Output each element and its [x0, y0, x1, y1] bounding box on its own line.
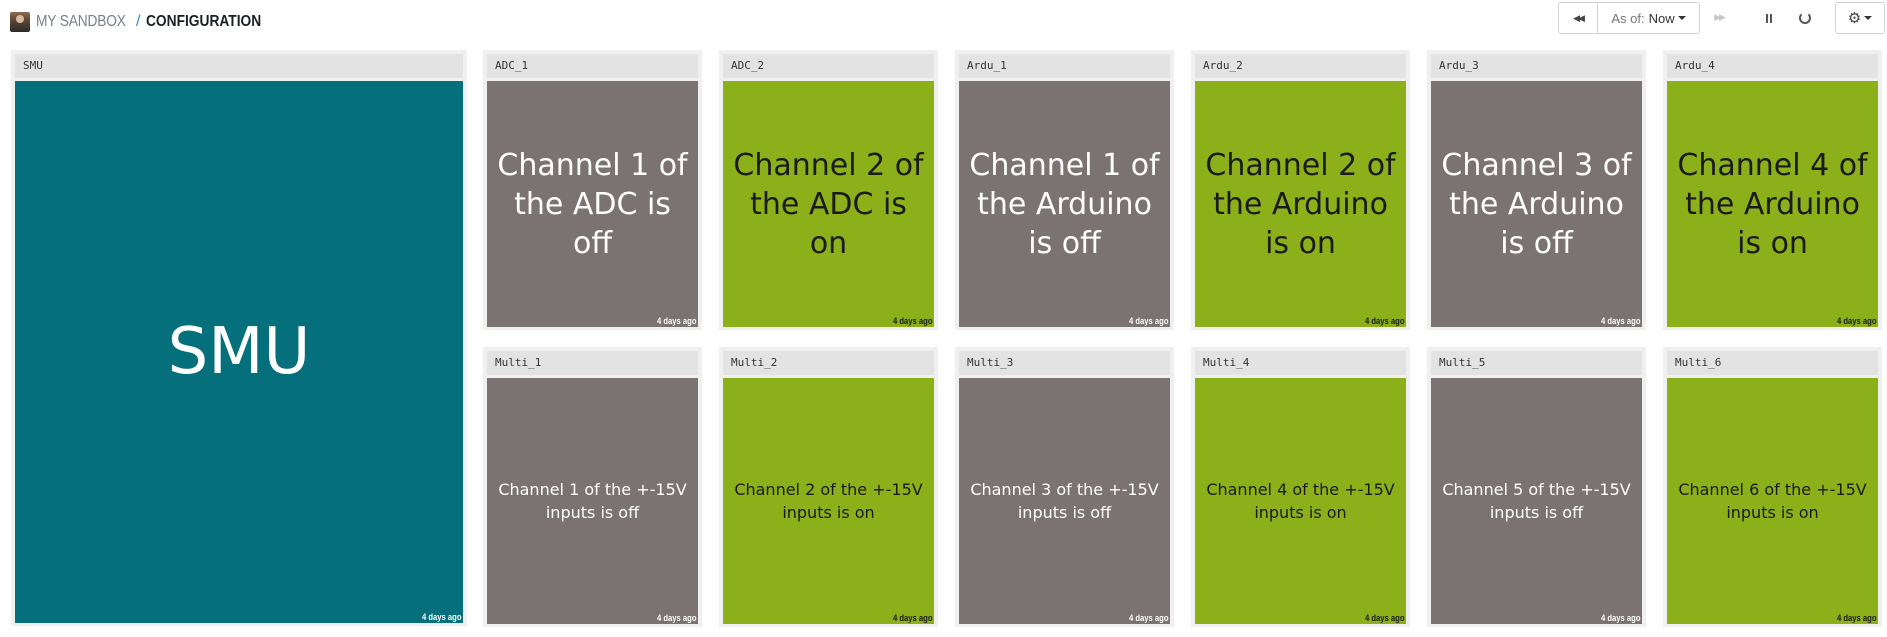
breadcrumb-parent-link[interactable]: MY SANDBOX [36, 13, 126, 31]
tile-body: Channel 3 of the Arduino is off 4 days a… [1431, 81, 1642, 327]
tile-title: Ardu_4 [1667, 54, 1878, 78]
tile-body: Channel 1 of the +-15V inputs is off 4 d… [487, 378, 698, 624]
as-of-dropdown[interactable]: As of: Now [1597, 2, 1700, 34]
tile-body: Channel 1 of the ADC is off 4 days ago [487, 81, 698, 327]
tile-timestamp: 4 days ago [1129, 613, 1169, 623]
tile-multi-1[interactable]: Multi_1 Channel 1 of the +-15V inputs is… [483, 347, 702, 627]
page-title: CONFIGURATION [146, 13, 262, 30]
tile-multi-2[interactable]: Multi_2 Channel 2 of the +-15V inputs is… [719, 347, 938, 627]
tile-text: Channel 4 of the Arduino is on [1677, 147, 1868, 261]
fast-forward-icon: ▶▶ [1714, 13, 1726, 23]
tile-body: Channel 5 of the +-15V inputs is off 4 d… [1431, 378, 1642, 624]
tile-title: SMU [15, 54, 463, 78]
gear-icon: ⚙ [1847, 10, 1862, 27]
tile-title: ADC_2 [723, 54, 934, 78]
chevron-down-icon [1864, 16, 1873, 20]
refresh-button[interactable] [1796, 10, 1814, 26]
tile-adc-2[interactable]: ADC_2 Channel 2 of the ADC is on 4 days … [719, 50, 938, 330]
tile-text: Channel 5 of the +-15V inputs is off [1442, 480, 1631, 522]
tile-text: Channel 1 of the ADC is off [497, 147, 688, 261]
pause-button[interactable] [1760, 10, 1778, 26]
tile-timestamp: 4 days ago [1365, 316, 1405, 326]
tile-ardu-2[interactable]: Ardu_2 Channel 2 of the Arduino is on 4 … [1191, 50, 1410, 330]
tile-title: Multi_3 [959, 351, 1170, 375]
tile-timestamp: 4 days ago [1837, 316, 1877, 326]
top-bar: MY SANDBOX / CONFIGURATION ◀◀ As of: Now… [0, 0, 1887, 46]
tile-timestamp: 4 days ago [893, 316, 933, 326]
tile-text: Channel 3 of the +-15V inputs is off [970, 480, 1159, 522]
tile-text: Channel 2 of the ADC is on [733, 147, 924, 261]
tile-body: Channel 4 of the +-15V inputs is on 4 da… [1195, 378, 1406, 624]
tile-timestamp: 4 days ago [657, 316, 697, 326]
as-of-label: As of: [1611, 10, 1645, 26]
tile-title: Multi_4 [1195, 351, 1406, 375]
tile-text: Channel 2 of the +-15V inputs is on [734, 480, 923, 522]
tile-timestamp: 4 days ago [1365, 613, 1405, 623]
as-of-value: Now [1648, 10, 1675, 26]
tile-text: Channel 1 of the Arduino is off [969, 147, 1160, 261]
tile-text: Channel 6 of the +-15V inputs is on [1678, 480, 1867, 522]
tile-text: Channel 4 of the +-15V inputs is on [1206, 480, 1395, 522]
tile-body: SMU 4 days ago [15, 81, 463, 623]
tile-text: Channel 3 of the Arduino is off [1441, 147, 1632, 261]
tile-text: Channel 1 of the +-15V inputs is off [498, 480, 687, 522]
tile-title: Ardu_2 [1195, 54, 1406, 78]
tile-body: Channel 2 of the Arduino is on 4 days ag… [1195, 81, 1406, 327]
fast-forward-button[interactable]: ▶▶ [1710, 10, 1728, 26]
tile-ardu-3[interactable]: Ardu_3 Channel 3 of the Arduino is off 4… [1427, 50, 1646, 330]
avatar[interactable] [10, 12, 30, 32]
tile-title: ADC_1 [487, 54, 698, 78]
breadcrumb: MY SANDBOX / CONFIGURATION [10, 10, 280, 34]
tile-body: Channel 4 of the Arduino is on 4 days ag… [1667, 81, 1878, 327]
tile-timestamp: 4 days ago [893, 613, 933, 623]
tile-timestamp: 4 days ago [1601, 316, 1641, 326]
tile-timestamp: 4 days ago [422, 612, 462, 622]
tile-ardu-4[interactable]: Ardu_4 Channel 4 of the Arduino is on 4 … [1663, 50, 1882, 330]
tile-text: SMU [167, 315, 311, 389]
tile-body: Channel 2 of the +-15V inputs is on 4 da… [723, 378, 934, 624]
breadcrumb-separator: / [136, 13, 141, 30]
pause-icon [1766, 13, 1772, 23]
tile-title: Multi_2 [723, 351, 934, 375]
tile-body: Channel 2 of the ADC is on 4 days ago [723, 81, 934, 327]
tile-body: Channel 6 of the +-15V inputs is on 4 da… [1667, 378, 1878, 624]
tile-title: Multi_1 [487, 351, 698, 375]
tile-title: Ardu_1 [959, 54, 1170, 78]
tile-multi-4[interactable]: Multi_4 Channel 4 of the +-15V inputs is… [1191, 347, 1410, 627]
tile-multi-5[interactable]: Multi_5 Channel 5 of the +-15V inputs is… [1427, 347, 1646, 627]
rewind-icon: ◀◀ [1573, 12, 1585, 23]
chevron-down-icon [1677, 16, 1686, 20]
tile-body: Channel 1 of the Arduino is off 4 days a… [959, 81, 1170, 327]
tile-multi-3[interactable]: Multi_3 Channel 3 of the +-15V inputs is… [955, 347, 1174, 627]
tile-timestamp: 4 days ago [1837, 613, 1877, 623]
tile-text: Channel 2 of the Arduino is on [1205, 147, 1396, 261]
tile-ardu-1[interactable]: Ardu_1 Channel 1 of the Arduino is off 4… [955, 50, 1174, 330]
rewind-button[interactable]: ◀◀ [1558, 2, 1598, 34]
tile-adc-1[interactable]: ADC_1 Channel 1 of the ADC is off 4 days… [483, 50, 702, 330]
tile-timestamp: 4 days ago [1129, 316, 1169, 326]
tile-title: Ardu_3 [1431, 54, 1642, 78]
tile-timestamp: 4 days ago [1601, 613, 1641, 623]
settings-dropdown[interactable]: ⚙ [1835, 2, 1885, 34]
tile-body: Channel 3 of the +-15V inputs is off 4 d… [959, 378, 1170, 624]
refresh-icon [1799, 12, 1811, 24]
tile-multi-6[interactable]: Multi_6 Channel 6 of the +-15V inputs is… [1663, 347, 1882, 627]
tile-smu[interactable]: SMU SMU 4 days ago [11, 50, 467, 626]
tile-title: Multi_6 [1667, 351, 1878, 375]
tile-title: Multi_5 [1431, 351, 1642, 375]
tile-timestamp: 4 days ago [657, 613, 697, 623]
